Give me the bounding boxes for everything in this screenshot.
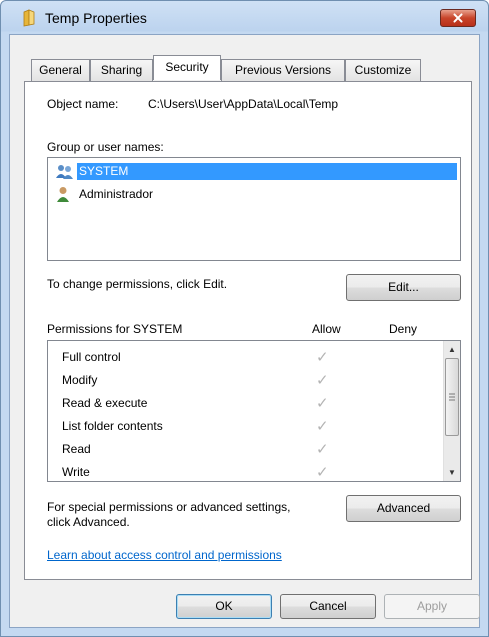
permission-row: List folder contents ✓ [48,414,444,437]
users-group-icon [56,165,73,179]
scroll-down-icon[interactable]: ▼ [444,464,460,481]
permission-name: List folder contents [62,419,163,433]
advanced-button[interactable]: Advanced [346,495,461,522]
cancel-button[interactable]: Cancel [280,594,376,619]
allow-header: Allow [312,322,341,336]
permission-name: Read [62,442,91,456]
allow-check-icon: ✓ [316,349,329,366]
user-icon [57,187,69,202]
permissions-label: Permissions for SYSTEM [47,322,183,336]
permission-name: Full control [62,350,121,364]
tab-sharing[interactable]: Sharing [90,59,153,81]
tab-previous-versions[interactable]: Previous Versions [221,59,345,81]
title-bar[interactable]: Temp Properties [1,1,488,35]
grip-icon [449,393,455,401]
window-title: Temp Properties [45,10,147,26]
button-label: OK [215,599,233,613]
folder-icon [23,9,35,27]
permission-row: Read ✓ [48,437,444,460]
permission-row: Read & execute ✓ [48,391,444,414]
allow-check-icon: ✓ [316,418,329,435]
permission-row: Write ✓ [48,460,444,481]
tab-label: Security [165,60,209,74]
tab-customize[interactable]: Customize [345,59,421,81]
tab-label: Customize [354,63,412,77]
group-label: Group or user names: [47,140,164,154]
permission-row: Modify ✓ [48,368,444,391]
allow-check-icon: ✓ [316,464,329,481]
allow-check-icon: ✓ [316,441,329,458]
list-item-administrador[interactable]: Administrador [49,185,459,203]
close-icon [453,13,463,23]
deny-header: Deny [389,322,418,336]
permission-name: Write [62,465,90,479]
learn-access-control-link[interactable]: Learn about access control and permissio… [47,548,282,562]
ok-button[interactable]: OK [176,594,272,619]
tab-label: General [39,63,82,77]
apply-button[interactable]: Apply [384,594,480,619]
user-name: SYSTEM [77,163,457,180]
button-label: Cancel [309,599,347,613]
user-list[interactable]: SYSTEM Administrador [47,157,461,261]
change-permissions-text: To change permissions, click Edit. [47,277,228,291]
permission-name: Read & execute [62,396,148,410]
list-item-system[interactable]: SYSTEM [49,163,459,181]
special-permissions-text-2: click Advanced. [47,515,130,529]
tab-security[interactable]: Security [153,55,221,80]
scroll-thumb[interactable] [445,358,459,436]
object-name-value: C:\Users\User\AppData\Local\Temp [148,97,339,111]
scroll-up-icon[interactable]: ▲ [444,341,460,358]
button-label: Advanced [376,501,431,515]
object-name-label: Object name: [47,97,119,111]
permission-row: Full control ✓ [48,345,444,368]
special-permissions-text: For special permissions or advanced sett… [47,500,291,514]
permissions-list[interactable]: Full control ✓ Modify ✓ Read & execute ✓… [47,340,461,482]
edit-button[interactable]: Edit... [346,274,461,301]
tab-general[interactable]: General [31,59,90,81]
button-label: Edit... [388,280,419,294]
close-button[interactable] [440,9,476,27]
tab-label: Sharing [100,63,143,77]
allow-check-icon: ✓ [316,372,329,389]
user-name: Administrador [79,187,154,201]
tab-label: Previous Versions [234,63,332,77]
permission-name: Modify [62,373,98,387]
permissions-scrollbar[interactable]: ▲ ▼ [443,341,460,481]
button-label: Apply [416,599,448,613]
allow-check-icon: ✓ [316,395,329,412]
